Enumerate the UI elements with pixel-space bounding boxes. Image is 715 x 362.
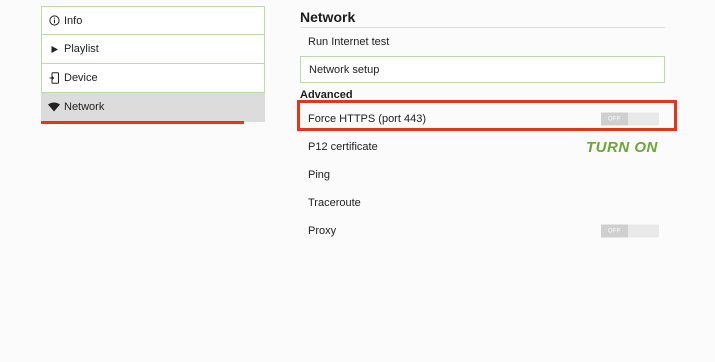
- sidebar-item-device[interactable]: Device: [41, 64, 265, 93]
- p12-certificate-label: P12 certificate: [308, 141, 378, 153]
- traceroute-label: Traceroute: [308, 197, 361, 209]
- run-internet-test-item[interactable]: Run Internet test: [300, 28, 665, 56]
- active-item-underline: [41, 121, 244, 124]
- network-panel: Network Run Internet test Network setup …: [300, 6, 665, 245]
- sidebar-item-label: Network: [64, 101, 105, 113]
- force-https-item[interactable]: Force HTTPS (port 443) OFF: [300, 105, 665, 133]
- run-internet-test-label: Run Internet test: [308, 36, 390, 48]
- toggle-knob: OFF: [601, 112, 628, 126]
- ping-label: Ping: [308, 169, 331, 181]
- sidebar-item-playlist[interactable]: Playlist: [41, 35, 265, 64]
- advanced-heading: Advanced: [300, 89, 353, 101]
- force-https-toggle[interactable]: OFF: [601, 112, 659, 126]
- proxy-item[interactable]: Proxy OFF: [300, 217, 665, 245]
- traceroute-item[interactable]: Traceroute: [300, 189, 665, 217]
- force-https-label: Force HTTPS (port 443): [308, 113, 426, 125]
- proxy-toggle[interactable]: OFF: [601, 224, 659, 238]
- network-setup-label: Network setup: [309, 63, 380, 76]
- wifi-icon: [48, 101, 60, 113]
- network-setup-item[interactable]: Network setup: [300, 56, 665, 83]
- sidebar-item-info[interactable]: Info: [41, 6, 265, 35]
- sidebar-item-label: Info: [64, 14, 83, 27]
- info-circle-icon: [48, 15, 60, 27]
- play-triangle-icon: [48, 43, 60, 55]
- sidebar-item-network[interactable]: Network: [41, 93, 265, 122]
- turn-on-callout: TURN ON: [586, 139, 658, 156]
- sidebar-item-label: Device: [64, 72, 98, 84]
- page-title: Network: [300, 6, 665, 28]
- toggle-knob: OFF: [601, 224, 628, 238]
- sidebar-item-label: Playlist: [64, 43, 99, 55]
- device-icon: [48, 72, 60, 84]
- proxy-label: Proxy: [308, 225, 337, 237]
- sidebar: Info Playlist Device Network: [41, 6, 265, 122]
- ping-item[interactable]: Ping: [300, 161, 665, 189]
